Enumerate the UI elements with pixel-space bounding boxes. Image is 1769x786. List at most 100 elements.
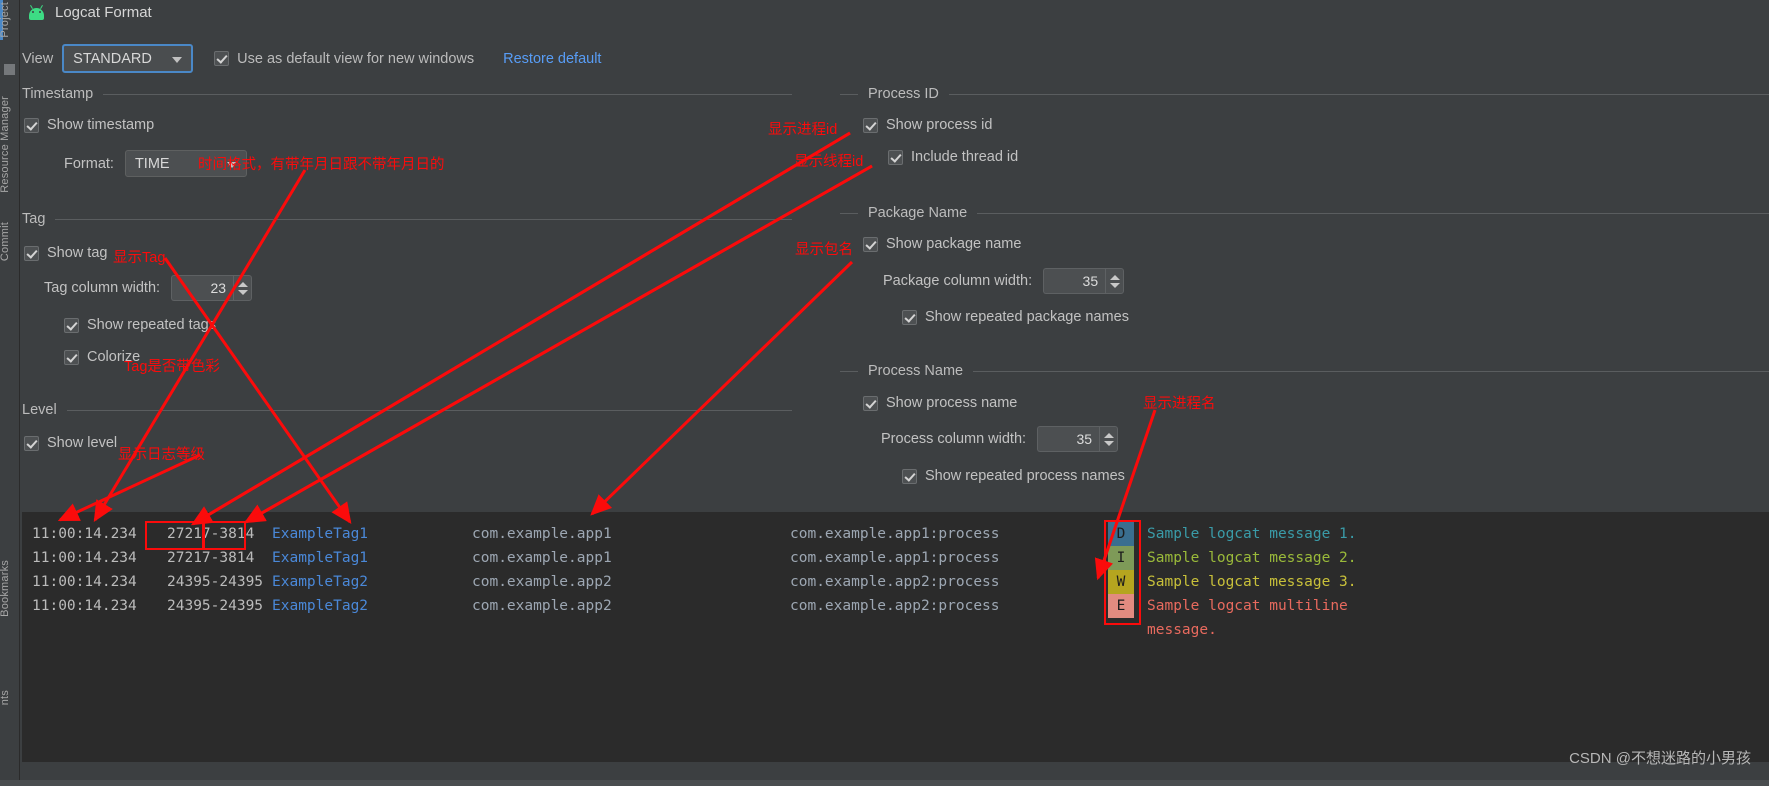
process-column-width-row: Process column width: 35 xyxy=(881,426,1119,452)
tag-section-header: Tag xyxy=(22,211,792,227)
package-column-width-value[interactable]: 35 xyxy=(1043,268,1106,294)
log-pid-tid: 24395-24395 xyxy=(167,574,264,590)
show-tag-checkbox[interactable]: Show tag xyxy=(24,245,107,261)
checkbox-icon xyxy=(24,435,39,451)
log-process-name: com.example.app2:process xyxy=(790,574,1000,590)
use-as-default-view-label: Use as default view for new windows xyxy=(237,50,475,67)
show-repeated-process-names-checkbox[interactable]: Show repeated process names xyxy=(902,468,1125,484)
checkbox-icon xyxy=(24,245,39,261)
view-select[interactable]: STANDARD xyxy=(62,44,194,73)
log-tag: ExampleTag2 xyxy=(272,574,369,590)
log-message: Sample logcat message 2. xyxy=(1147,550,1357,566)
show-repeated-process-names-label: Show repeated process names xyxy=(925,468,1125,484)
section-divider xyxy=(55,218,792,220)
checkbox-icon xyxy=(64,317,79,333)
timestamp-format-select[interactable]: TIME xyxy=(124,150,247,177)
format-panel: Logcat Format View STANDARD Use as defau… xyxy=(20,0,1769,786)
status-bar xyxy=(0,780,1769,786)
tag-column-width-stepper[interactable]: 23 xyxy=(171,275,253,301)
highlight-box-level xyxy=(1104,520,1141,625)
rail-item-commit[interactable]: Commit xyxy=(0,222,19,261)
rail-item-project[interactable]: Project xyxy=(0,2,19,38)
include-thread-id-checkbox[interactable]: Include thread id xyxy=(888,149,1018,165)
preview-log-row: 11:00:14.234 24395-24395 ExampleTag2 com.ex… xyxy=(22,570,1769,594)
tool-rail: Project Resource Manager Commit Bookmark… xyxy=(0,0,20,786)
section-divider xyxy=(948,93,1769,95)
checkbox-icon xyxy=(64,349,79,365)
section-divider xyxy=(840,370,858,372)
show-process-id-label: Show process id xyxy=(886,117,993,133)
tag-column-width-value[interactable]: 23 xyxy=(171,275,234,301)
rail-item-resource-manager[interactable]: Resource Manager xyxy=(0,96,19,193)
log-message-continuation: message. xyxy=(1147,622,1217,638)
chevron-down-icon xyxy=(172,56,183,63)
show-process-name-checkbox[interactable]: Show process name xyxy=(863,395,1017,411)
show-tag-label: Show tag xyxy=(47,245,108,261)
tag-column-width-row: Tag column width: 23 xyxy=(44,275,253,301)
package-column-width-label: Package column width: xyxy=(883,273,1033,289)
show-timestamp-label: Show timestamp xyxy=(47,117,155,133)
tag-section-title: Tag xyxy=(22,211,46,227)
stepper-down-icon[interactable] xyxy=(237,289,248,295)
restore-default-link[interactable]: Restore default xyxy=(503,51,601,67)
preview-log-row: 11:00:14.234 27217-3814 ExampleTag1 com.exa… xyxy=(22,522,1769,546)
stepper-down-icon[interactable] xyxy=(1103,440,1114,446)
show-level-checkbox[interactable]: Show level xyxy=(24,435,117,451)
log-package-name: com.example.app1 xyxy=(472,550,612,566)
show-package-name-checkbox[interactable]: Show package name xyxy=(863,236,1021,252)
stepper-up-icon[interactable] xyxy=(1103,432,1114,438)
show-repeated-package-names-label: Show repeated package names xyxy=(925,309,1129,325)
log-timestamp: 11:00:14.234 xyxy=(32,550,137,566)
include-thread-id-label: Include thread id xyxy=(911,149,1019,165)
process-column-width-stepper[interactable]: 35 xyxy=(1037,426,1119,452)
section-divider xyxy=(973,370,1769,372)
section-divider xyxy=(840,212,858,214)
use-as-default-view-checkbox[interactable]: Use as default view for new windows xyxy=(214,51,474,67)
project-icon[interactable] xyxy=(4,64,15,75)
process-column-width-value[interactable]: 35 xyxy=(1037,426,1100,452)
show-repeated-tags-label: Show repeated tags xyxy=(87,317,216,333)
show-process-id-checkbox[interactable]: Show process id xyxy=(863,117,992,133)
logcat-preview: 11:00:14.234 27217-3814 ExampleTag1 com.exa… xyxy=(22,512,1769,762)
stepper-buttons[interactable] xyxy=(1105,268,1125,294)
log-tag: ExampleTag2 xyxy=(272,598,369,614)
tag-column-width-label: Tag column width: xyxy=(44,280,161,296)
stepper-down-icon[interactable] xyxy=(1109,282,1120,288)
log-message: Sample logcat message 3. xyxy=(1147,574,1357,590)
log-tag: ExampleTag1 xyxy=(272,550,369,566)
watermark: CSDN @不想迷路的小男孩 xyxy=(1569,750,1751,767)
dialog-title-row: Logcat Format xyxy=(28,4,152,21)
process-id-section-header: Process ID xyxy=(840,86,1769,102)
preview-log-row: 11:00:14.234 27217-3814 ExampleTag1 com.exa… xyxy=(22,546,1769,570)
checkbox-icon xyxy=(888,149,903,165)
process-name-section-header: Process Name xyxy=(840,363,1769,379)
log-timestamp: 11:00:14.234 xyxy=(32,526,137,542)
page-title: Logcat Format xyxy=(55,4,152,21)
stepper-up-icon[interactable] xyxy=(1109,274,1120,280)
timestamp-format-value: TIME xyxy=(134,155,170,172)
view-row: View STANDARD Use as default view for ne… xyxy=(22,44,601,73)
show-timestamp-checkbox[interactable]: Show timestamp xyxy=(24,117,154,133)
stepper-buttons[interactable] xyxy=(1099,426,1119,452)
log-process-name: com.example.app1:process xyxy=(790,526,1000,542)
stepper-buttons[interactable] xyxy=(233,275,253,301)
show-repeated-tags-checkbox[interactable]: Show repeated tags xyxy=(64,317,216,333)
section-divider xyxy=(66,409,792,411)
log-message: Sample logcat multiline xyxy=(1147,598,1348,614)
view-label: View xyxy=(22,50,54,67)
highlight-box-tid xyxy=(202,521,246,550)
package-column-width-stepper[interactable]: 35 xyxy=(1043,268,1125,294)
rail-item-structure[interactable]: nts xyxy=(0,690,19,705)
checkbox-icon xyxy=(863,395,878,411)
show-repeated-package-names-checkbox[interactable]: Show repeated package names xyxy=(902,309,1129,325)
show-package-name-label: Show package name xyxy=(886,236,1022,252)
section-divider xyxy=(103,93,792,95)
stepper-up-icon[interactable] xyxy=(237,281,248,287)
checkbox-icon xyxy=(902,468,917,484)
process-column-width-label: Process column width: xyxy=(881,431,1027,447)
process-id-section-title: Process ID xyxy=(868,86,939,102)
colorize-checkbox[interactable]: Colorize xyxy=(64,349,140,365)
rail-item-bookmarks[interactable]: Bookmarks xyxy=(0,560,19,617)
log-message: Sample logcat message 1. xyxy=(1147,526,1357,542)
level-section-title: Level xyxy=(22,402,57,418)
